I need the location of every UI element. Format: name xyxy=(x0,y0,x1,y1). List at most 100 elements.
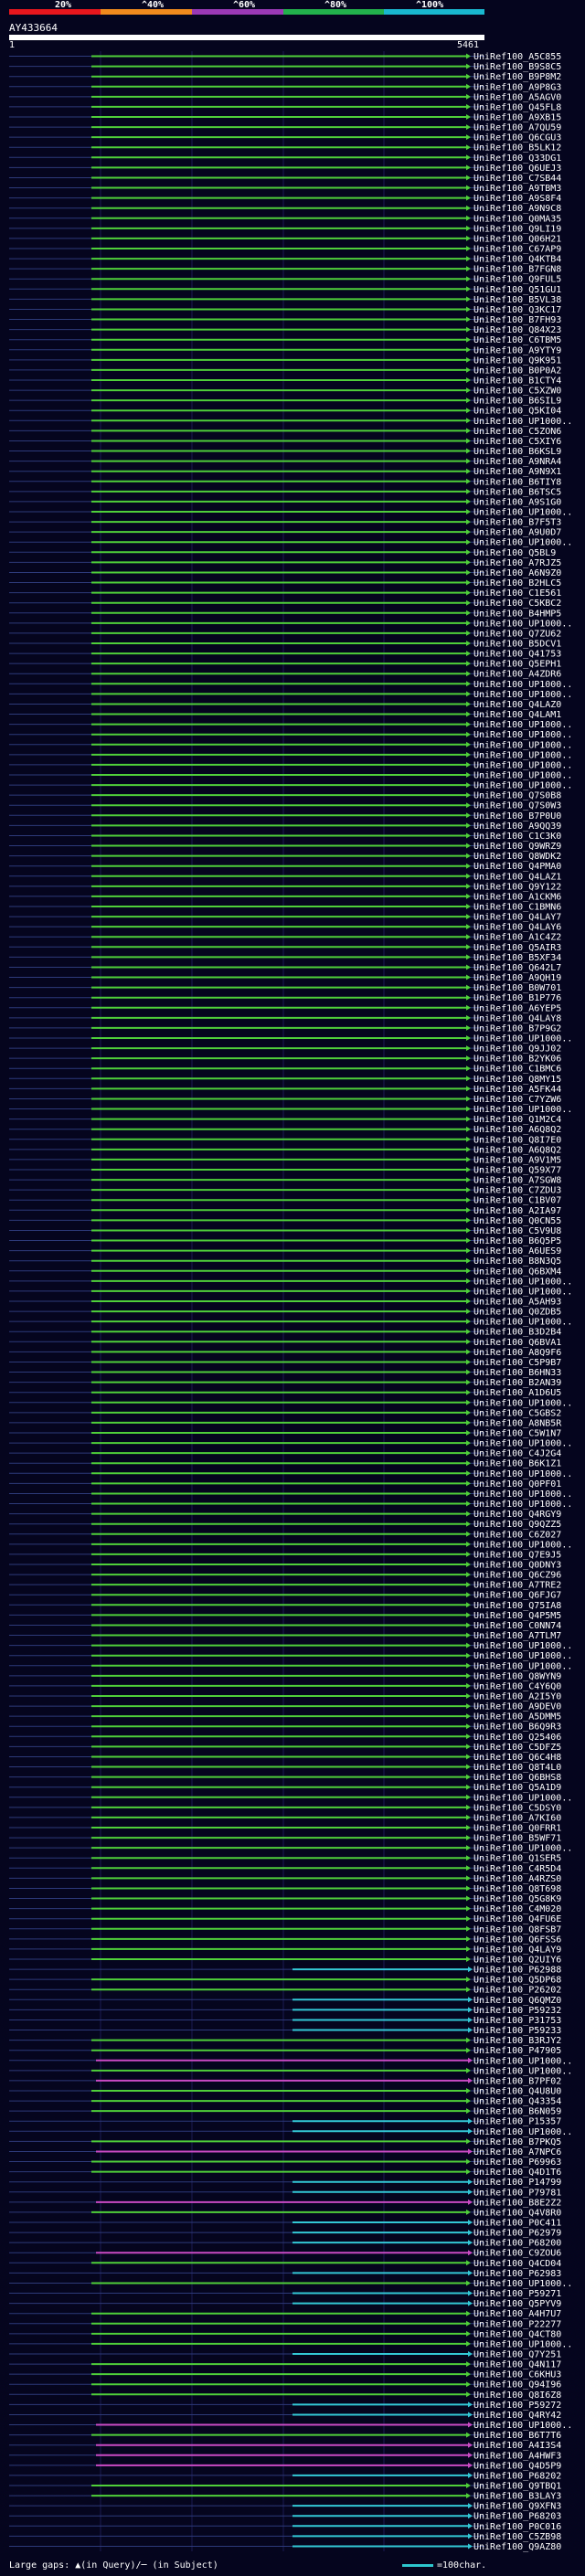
hit-row[interactable]: UniRef100_B4HMP5 xyxy=(9,609,561,619)
hit-row[interactable]: UniRef100_C5ZON6 xyxy=(9,427,561,437)
hit-row[interactable]: UniRef100_C6KHU3 xyxy=(9,2370,561,2380)
hit-row[interactable]: UniRef100_Q7Y251 xyxy=(9,2350,561,2360)
hit-label[interactable]: UniRef100_P59232 xyxy=(473,2006,561,2016)
hit-label[interactable]: UniRef100_A5C855 xyxy=(473,52,561,62)
hit-label[interactable]: UniRef100_B7F5T3 xyxy=(473,518,561,528)
hit-label[interactable]: UniRef100_Q4P5M5 xyxy=(473,1611,561,1621)
hit-label[interactable]: UniRef100_Q4N117 xyxy=(473,2360,561,2370)
hit-label[interactable]: UniRef100_Q4PMA0 xyxy=(473,862,561,872)
hit-row[interactable]: UniRef100_UP1000.. xyxy=(9,1651,572,1661)
hit-label[interactable]: UniRef100_Q4CD04 xyxy=(473,2259,561,2269)
hit-row[interactable]: UniRef100_Q6UEJ3 xyxy=(9,164,561,174)
hit-label[interactable]: UniRef100_Q4U8U0 xyxy=(473,2087,561,2097)
hit-row[interactable]: UniRef100_B9S8C5 xyxy=(9,62,561,72)
hit-row[interactable]: UniRef100_Q5G8K9 xyxy=(9,1894,561,1904)
hit-label[interactable]: UniRef100_B6HN33 xyxy=(473,1368,561,1378)
hit-label[interactable]: UniRef100_UP1000.. xyxy=(473,781,572,791)
hit-label[interactable]: UniRef100_C7SB44 xyxy=(473,174,561,184)
hit-row[interactable]: UniRef100_UP1000.. xyxy=(9,1661,572,1671)
hit-row[interactable]: UniRef100_Q25406 xyxy=(9,1733,561,1743)
hit-row[interactable]: UniRef100_B5WF71 xyxy=(9,1834,561,1844)
hit-row[interactable]: UniRef100_C7YZW6 xyxy=(9,1095,561,1105)
hit-row[interactable]: UniRef100_A6YEP5 xyxy=(9,1003,561,1013)
hit-label[interactable]: UniRef100_B6K1Z1 xyxy=(473,1459,561,1469)
hit-label[interactable]: UniRef100_A8NB5R xyxy=(473,1418,562,1428)
hit-label[interactable]: UniRef100_C67AP9 xyxy=(473,245,561,255)
hit-row[interactable]: UniRef100_A9YTY9 xyxy=(9,345,561,355)
hit-row[interactable]: UniRef100_Q4LAM1 xyxy=(9,710,561,720)
hit-row[interactable]: UniRef100_Q6CGU3 xyxy=(9,133,561,143)
hit-label[interactable]: UniRef100_Q9QZZ5 xyxy=(473,1520,561,1530)
hit-row[interactable]: UniRef100_C5P9B7 xyxy=(9,1358,561,1368)
hit-label[interactable]: UniRef100_Q9K951 xyxy=(473,355,561,366)
hit-label[interactable]: UniRef100_Q4LAY8 xyxy=(473,1013,561,1023)
hit-row[interactable]: UniRef100_Q7ZU62 xyxy=(9,629,561,639)
hit-row[interactable]: UniRef100_A9S1G0 xyxy=(9,497,561,507)
hit-row[interactable]: UniRef100_C5DFZ5 xyxy=(9,1743,561,1753)
hit-label[interactable]: UniRef100_UP1000.. xyxy=(473,1793,572,1803)
hit-label[interactable]: UniRef100_UP1000.. xyxy=(473,1034,572,1044)
hit-label[interactable]: UniRef100_UP1000.. xyxy=(473,750,572,760)
hit-label[interactable]: UniRef100_A5DMM5 xyxy=(473,1712,561,1723)
hit-row[interactable]: UniRef100_C7ZDU3 xyxy=(9,1186,561,1196)
hit-row[interactable]: UniRef100_Q9TBQ1 xyxy=(9,2482,561,2492)
hit-label[interactable]: UniRef100_Q41753 xyxy=(473,650,561,660)
hit-row[interactable]: UniRef100_Q9WRZ9 xyxy=(9,842,561,852)
hit-label[interactable]: UniRef100_P62988 xyxy=(473,1966,561,1976)
hit-row[interactable]: UniRef100_C4R5D4 xyxy=(9,1864,561,1874)
hit-label[interactable]: UniRef100_P22277 xyxy=(473,2319,561,2329)
hit-label[interactable]: UniRef100_P0C016 xyxy=(473,2522,561,2532)
hit-label[interactable]: UniRef100_Q6BXM4 xyxy=(473,1267,561,1277)
hit-label[interactable]: UniRef100_Q94I96 xyxy=(473,2380,561,2390)
hit-row[interactable]: UniRef100_A7QU59 xyxy=(9,123,561,133)
hit-row[interactable]: UniRef100_A4RZS0 xyxy=(9,1874,561,1884)
hit-row[interactable]: UniRef100_P59233 xyxy=(9,2026,561,2036)
hit-row[interactable]: UniRef100_UP1000.. xyxy=(9,1287,572,1297)
hit-label[interactable]: UniRef100_Q5G8K9 xyxy=(473,1894,561,1904)
hit-row[interactable]: UniRef100_C5XZW0 xyxy=(9,387,561,397)
hit-label[interactable]: UniRef100_B1CTY4 xyxy=(473,376,561,387)
hit-label[interactable]: UniRef100_B5LK12 xyxy=(473,143,561,154)
hit-label[interactable]: UniRef100_C9ZOU6 xyxy=(473,2249,561,2259)
hit-row[interactable]: UniRef100_C67AP9 xyxy=(9,245,561,255)
hit-row[interactable]: UniRef100_Q43354 xyxy=(9,2097,561,2107)
hit-label[interactable]: UniRef100_Q6FSS6 xyxy=(473,1935,561,1945)
hit-row[interactable]: UniRef100_UP1000.. xyxy=(9,1469,572,1479)
hit-label[interactable]: UniRef100_P62979 xyxy=(473,2229,561,2239)
hit-label[interactable]: UniRef100_Q8WYN9 xyxy=(473,1671,561,1681)
hit-label[interactable]: UniRef100_A9DEV0 xyxy=(473,1702,561,1712)
hit-row[interactable]: UniRef100_Q75IA8 xyxy=(9,1601,561,1611)
hit-row[interactable]: UniRef100_UP1000.. xyxy=(9,1500,572,1510)
hit-label[interactable]: UniRef100_C1BMN6 xyxy=(473,903,561,913)
hit-label[interactable]: UniRef100_Q0FRR1 xyxy=(473,1824,561,1834)
hit-label[interactable]: UniRef100_A2IA97 xyxy=(473,1206,561,1216)
hit-label[interactable]: UniRef100_P0C411 xyxy=(473,2219,561,2229)
hit-row[interactable]: UniRef100_UP1000.. xyxy=(9,2279,572,2289)
hit-label[interactable]: UniRef100_Q6UEJ3 xyxy=(473,164,561,174)
hit-label[interactable]: UniRef100_UP1000.. xyxy=(473,740,572,750)
hit-label[interactable]: UniRef100_A9YTY9 xyxy=(473,345,561,355)
hit-label[interactable]: UniRef100_B3D2B4 xyxy=(473,1328,561,1338)
hit-label[interactable]: UniRef100_UP1000.. xyxy=(473,1641,572,1651)
hit-row[interactable]: UniRef100_Q7S0W3 xyxy=(9,801,561,811)
hit-row[interactable]: UniRef100_A1CKM6 xyxy=(9,892,561,902)
hit-row[interactable]: UniRef100_Q4D5P9 xyxy=(9,2461,561,2471)
hit-row[interactable]: UniRef100_Q5BL9 xyxy=(9,548,556,558)
hit-row[interactable]: UniRef100_Q6BHS8 xyxy=(9,1773,561,1783)
hit-row[interactable]: UniRef100_Q8T698 xyxy=(9,1884,561,1894)
hit-row[interactable]: UniRef100_B7P9G2 xyxy=(9,1023,561,1034)
hit-label[interactable]: UniRef100_A4ZDR6 xyxy=(473,670,561,680)
hit-row[interactable]: UniRef100_P79781 xyxy=(9,2188,561,2198)
hit-row[interactable]: UniRef100_A9DEV0 xyxy=(9,1702,561,1712)
hit-row[interactable]: UniRef100_UP1000.. xyxy=(9,771,572,781)
hit-row[interactable]: UniRef100_P0C016 xyxy=(9,2522,561,2532)
hit-label[interactable]: UniRef100_A9S8F4 xyxy=(473,194,561,204)
hit-label[interactable]: UniRef100_Q9WRZ9 xyxy=(473,842,561,852)
hit-row[interactable]: UniRef100_P68200 xyxy=(9,2239,561,2249)
hit-row[interactable]: UniRef100_B7PF02 xyxy=(9,2076,561,2086)
hit-row[interactable]: UniRef100_Q8I7E0 xyxy=(9,1135,561,1145)
hit-label[interactable]: UniRef100_Q9XFN3 xyxy=(473,2502,561,2512)
hit-row[interactable]: UniRef100_UP1000.. xyxy=(9,720,572,730)
hit-label[interactable]: UniRef100_UP1000.. xyxy=(473,730,572,740)
hit-row[interactable]: UniRef100_Q41753 xyxy=(9,650,561,660)
